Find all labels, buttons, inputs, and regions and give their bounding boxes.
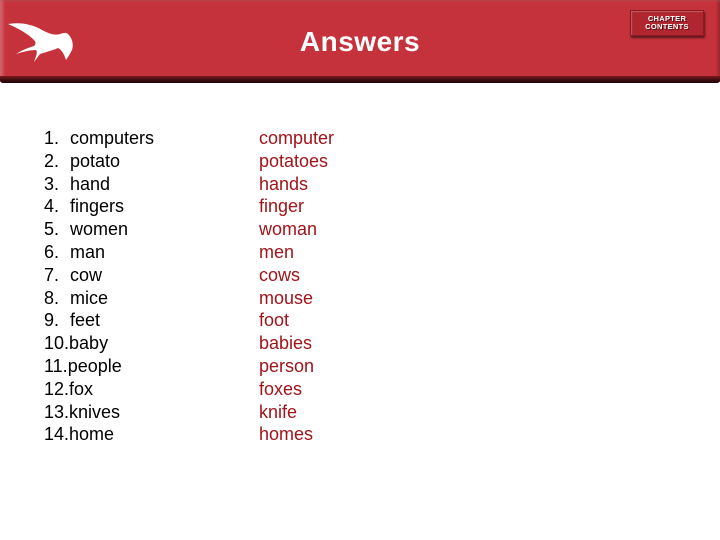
item-number: 8. [44,287,60,308]
item-number: 10. [44,333,70,354]
item-number: 2. [44,150,60,171]
answer-item: computer [259,128,335,148]
list-item: 13.knives [44,401,154,424]
item-word: people [67,355,122,376]
list-item: 7. cow [44,264,154,287]
item-word: mice [70,287,109,308]
answer-item: foxes [259,378,303,399]
answer-item: person [259,355,315,376]
page-title: Answers [299,26,421,57]
answer-item: woman [259,219,318,240]
item-number: 4. [44,196,60,217]
list-item: 10.baby [44,332,154,355]
contents-label: CONTENTS [645,22,689,31]
list-item: 14.home [44,423,154,446]
item-word: man [70,241,106,262]
answer-item: foot [259,310,290,331]
answer-item: finger [259,196,305,217]
item-number: 13. [44,401,70,422]
item-word: hand [70,173,111,194]
chapter-contents-button[interactable]: CHAPTER CONTENTS [630,10,704,36]
item-word: fox [69,378,94,399]
list-item: 9. feet [44,309,154,332]
answer-item: cows [259,264,301,285]
list-item: 12.fox [44,378,154,401]
answer-item: potatoes [259,150,329,171]
answer-item: hands [259,173,309,194]
list-item: 8. mice [44,287,154,310]
item-word: cow [70,264,103,285]
item-number: 5. [44,219,60,240]
list-item: 5. women [44,218,154,241]
item-number: 11. [44,355,68,376]
header-bar: Answers CHAPTER CONTENTS [0,0,720,82]
item-number: 9. [44,310,60,331]
item-word: home [69,424,115,445]
answer-item: babies [259,333,313,354]
item-word: potato [70,150,121,171]
item-word: baby [69,333,109,354]
answer-item: homes [259,424,314,445]
answer-item: mouse [259,287,314,308]
list-item: 11.people [44,355,154,378]
list-item: 2. potato [44,150,154,173]
item-word: women [70,219,129,240]
header-shadow [0,76,720,83]
item-word: knives [69,401,121,422]
question-list: 1. computers 2. potato 3. hand 4. fingers 5.… [44,127,154,446]
list-item: 4. fingers [44,195,154,218]
item-number: 3. [44,173,60,194]
item-word: computers [70,128,155,148]
item-word: fingers [70,196,125,217]
answer-item: men [259,241,295,262]
list-item: 6. man [44,241,154,264]
list-item: 3. hand [44,173,154,196]
item-number: 12. [44,378,70,399]
item-word: feet [70,310,101,331]
item-number: 14. [44,424,70,445]
item-number: 7. [44,264,60,285]
item-number: 1. [44,128,60,148]
answer-list: computer potatoes hands finger woman men… [259,127,334,446]
answer-item: knife [259,401,298,422]
list-item: 1. computers [44,127,154,150]
item-number: 6. [44,241,60,262]
